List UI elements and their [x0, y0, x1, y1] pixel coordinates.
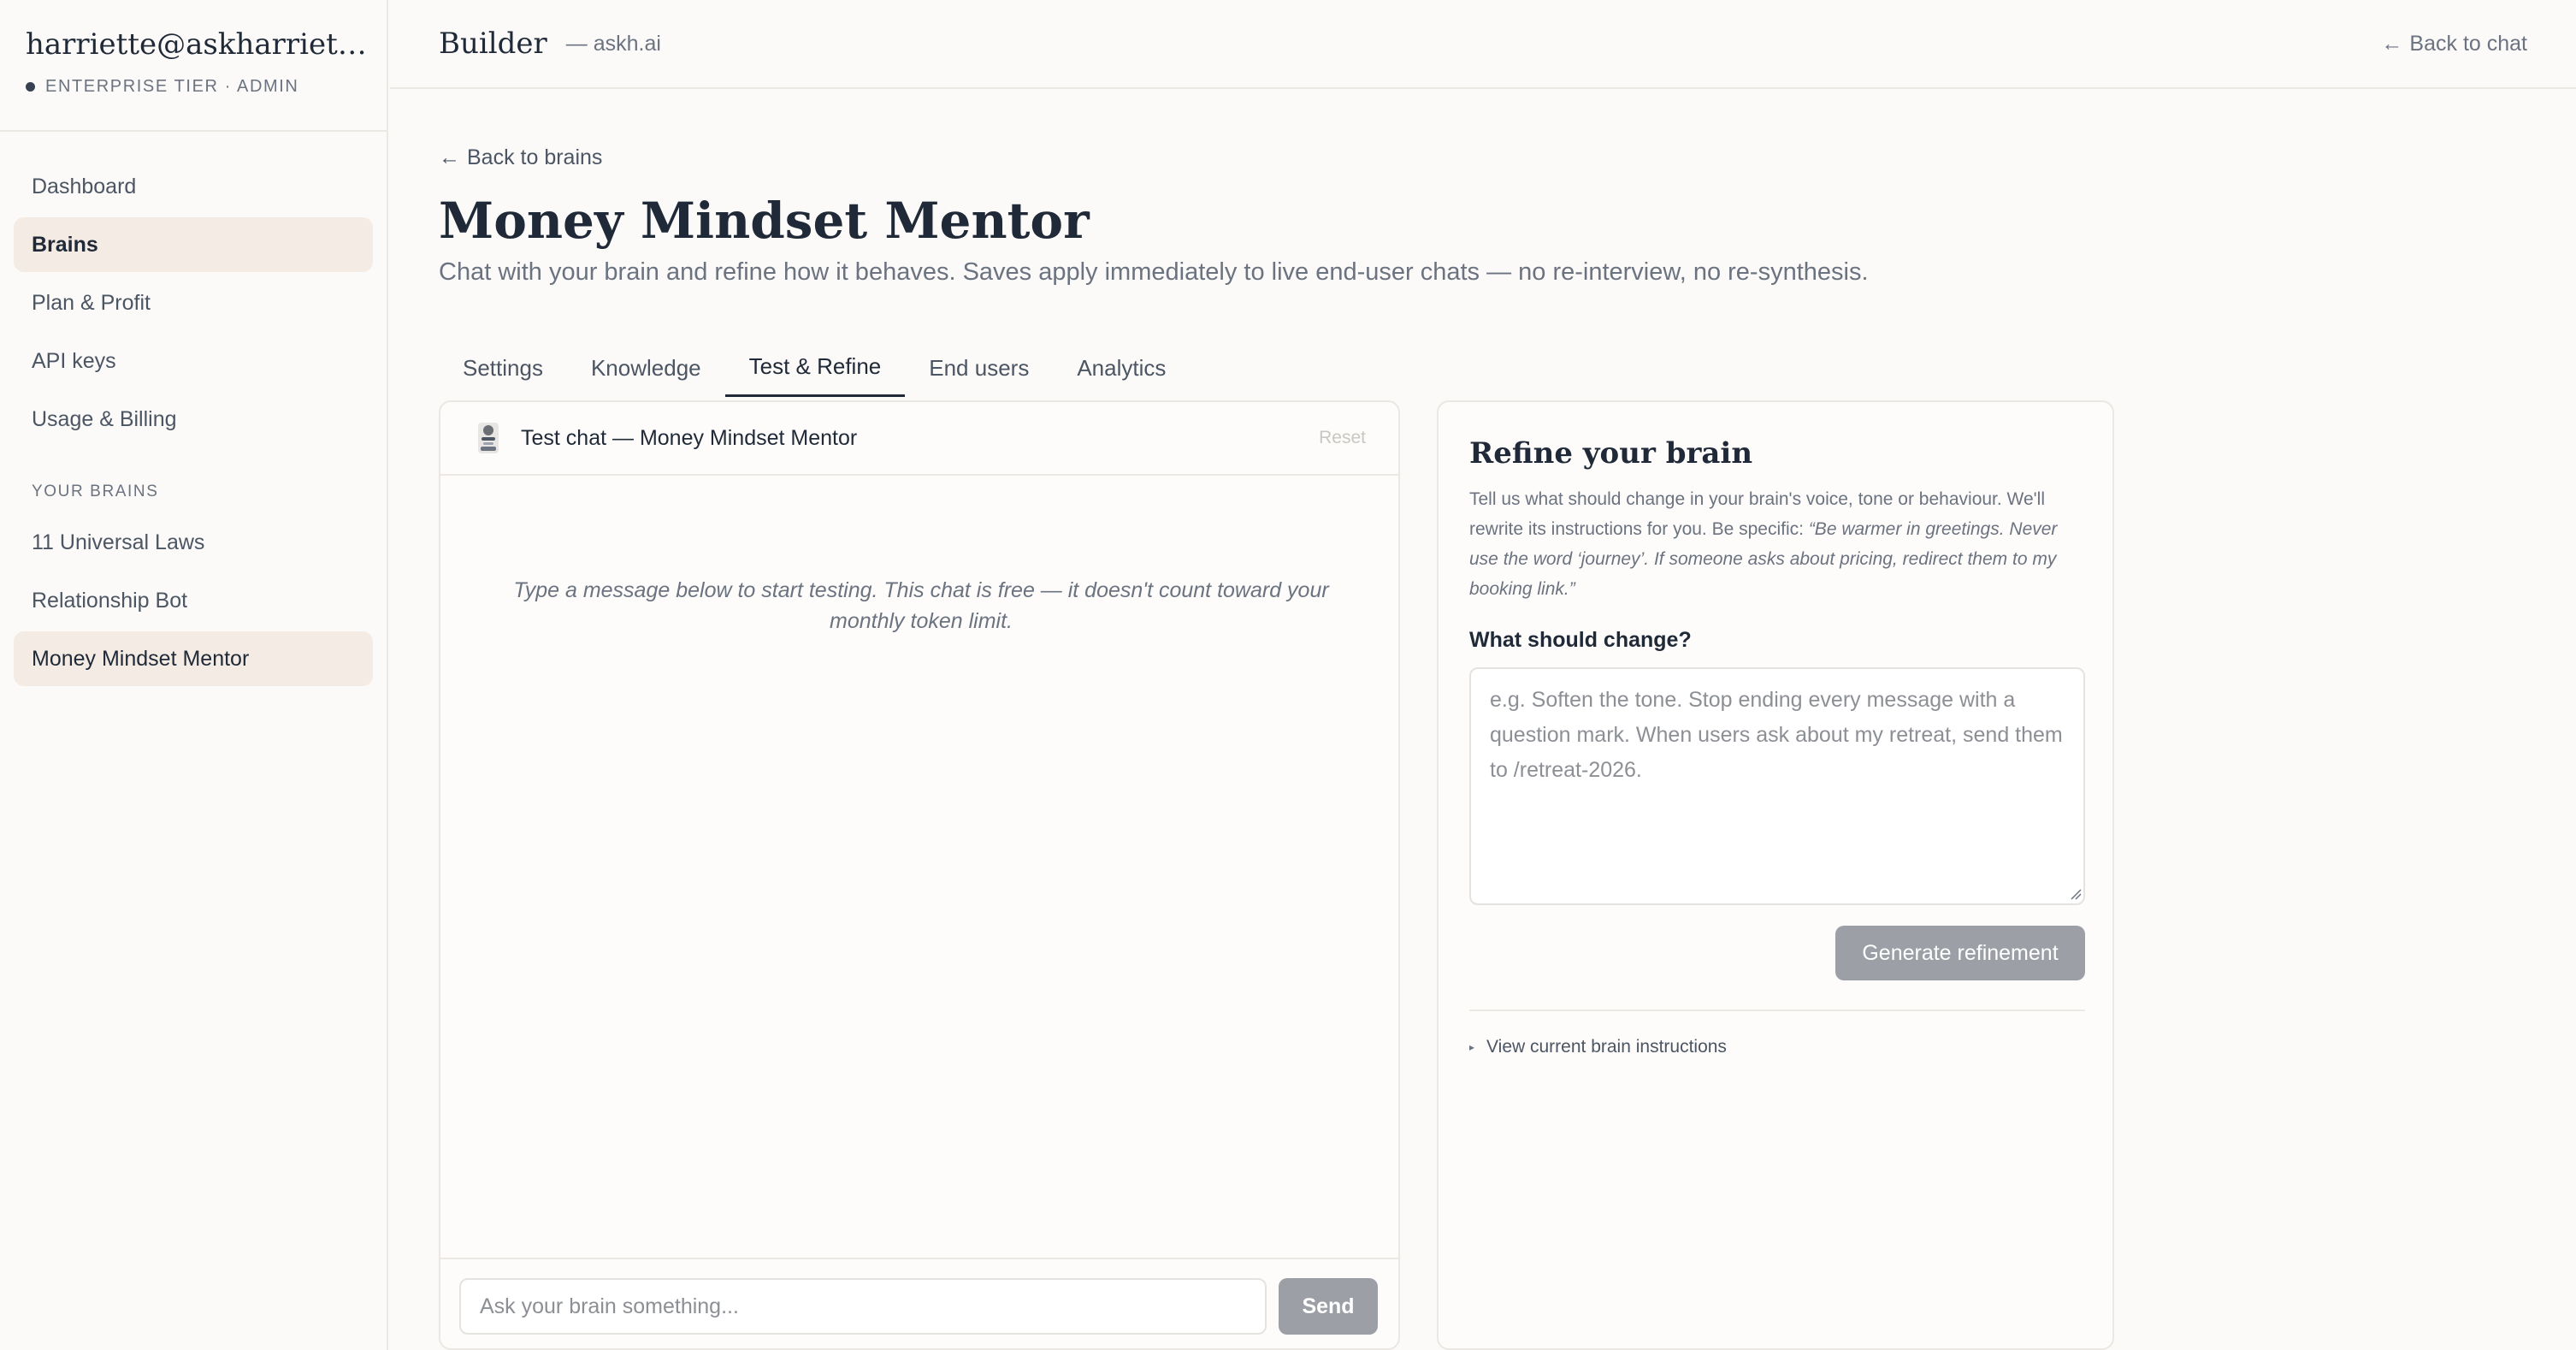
- main-content: ← Back to brains Money Mindset Mentor Ch…: [390, 91, 2576, 1350]
- tab-analytics[interactable]: Analytics: [1053, 339, 1190, 397]
- back-to-brains-link[interactable]: ← Back to brains: [439, 145, 602, 170]
- back-to-brains-label: Back to brains: [467, 145, 603, 169]
- account-email: harriette@askharriette.c...: [26, 27, 368, 62]
- sidebar-item-plan-profit[interactable]: Plan & Profit: [14, 275, 373, 330]
- what-should-change-label: What should change?: [1469, 628, 1692, 652]
- arrow-left-icon: ←: [439, 145, 460, 169]
- refinement-textarea[interactable]: [1469, 667, 2085, 905]
- brain-item-relationship-bot[interactable]: Relationship Bot: [14, 573, 373, 628]
- chat-title: Test chat — Money Mindset Mentor: [521, 425, 858, 450]
- brain-item-universal-laws[interactable]: 11 Universal Laws: [14, 515, 373, 570]
- sidebar-nav: Dashboard Brains Plan & Profit API keys …: [0, 132, 387, 686]
- view-instructions-toggle[interactable]: ▸ View current brain instructions: [1469, 1037, 1727, 1057]
- tab-end-users[interactable]: End users: [905, 339, 1053, 397]
- brain-avatar-icon: [478, 423, 499, 453]
- chat-footer: Send: [440, 1258, 1398, 1348]
- brains-section-label: YOUR BRAINS: [32, 483, 159, 500]
- refine-description: Tell us what should change in your brain…: [1469, 484, 2085, 604]
- tab-test-refine[interactable]: Test & Refine: [724, 339, 906, 397]
- resize-handle-icon[interactable]: [2070, 888, 2082, 900]
- divider: [1469, 1010, 2085, 1011]
- topbar-title: Builder: [439, 27, 547, 61]
- generate-refinement-button[interactable]: Generate refinement: [1835, 926, 2085, 980]
- arrow-left-icon: ←: [2381, 31, 2403, 56]
- brain-item-money-mindset-mentor[interactable]: Money Mindset Mentor: [14, 631, 373, 686]
- account-header: harriette@askharriette.c... ENTERPRISE T…: [0, 0, 387, 132]
- sidebar-item-brains[interactable]: Brains: [14, 217, 373, 272]
- sidebar-item-api-keys[interactable]: API keys: [14, 334, 373, 388]
- refine-title: Refine your brain: [1469, 436, 1753, 471]
- tab-knowledge[interactable]: Knowledge: [567, 339, 725, 397]
- send-button[interactable]: Send: [1279, 1278, 1378, 1335]
- triangle-right-icon: ▸: [1469, 1041, 1475, 1053]
- tab-bar: Settings Knowledge Test & Refine End use…: [439, 339, 1190, 397]
- chat-input[interactable]: [459, 1278, 1267, 1335]
- back-to-chat-label: Back to chat: [2409, 31, 2527, 56]
- account-tier-label: ENTERPRISE TIER · ADMIN: [45, 77, 299, 96]
- chat-header: Test chat — Money Mindset Mentor Reset: [440, 402, 1398, 476]
- test-chat-panel: Test chat — Money Mindset Mentor Reset T…: [439, 400, 1400, 1350]
- page-title: Money Mindset Mentor: [439, 192, 1090, 250]
- sidebar-item-dashboard[interactable]: Dashboard: [14, 159, 373, 214]
- refine-panel: Refine your brain Tell us what should ch…: [1437, 400, 2114, 1350]
- sidebar-item-usage-billing[interactable]: Usage & Billing: [14, 392, 373, 447]
- topbar-domain: — askh.ai: [565, 31, 661, 56]
- tab-settings[interactable]: Settings: [439, 339, 567, 397]
- dot-icon: [26, 82, 35, 92]
- page-subtitle: Chat with your brain and refine how it b…: [439, 258, 1869, 286]
- sidebar: harriette@askharriette.c... ENTERPRISE T…: [0, 0, 388, 1350]
- reset-button[interactable]: Reset: [1319, 428, 1366, 448]
- topbar: Builder — askh.ai ← Back to chat: [390, 0, 2576, 89]
- view-instructions-label: View current brain instructions: [1486, 1037, 1727, 1057]
- back-to-chat-link[interactable]: ← Back to chat: [2381, 32, 2527, 56]
- chat-empty-message: Type a message below to start testing. T…: [513, 578, 1329, 633]
- account-tier: ENTERPRISE TIER · ADMIN: [26, 77, 361, 97]
